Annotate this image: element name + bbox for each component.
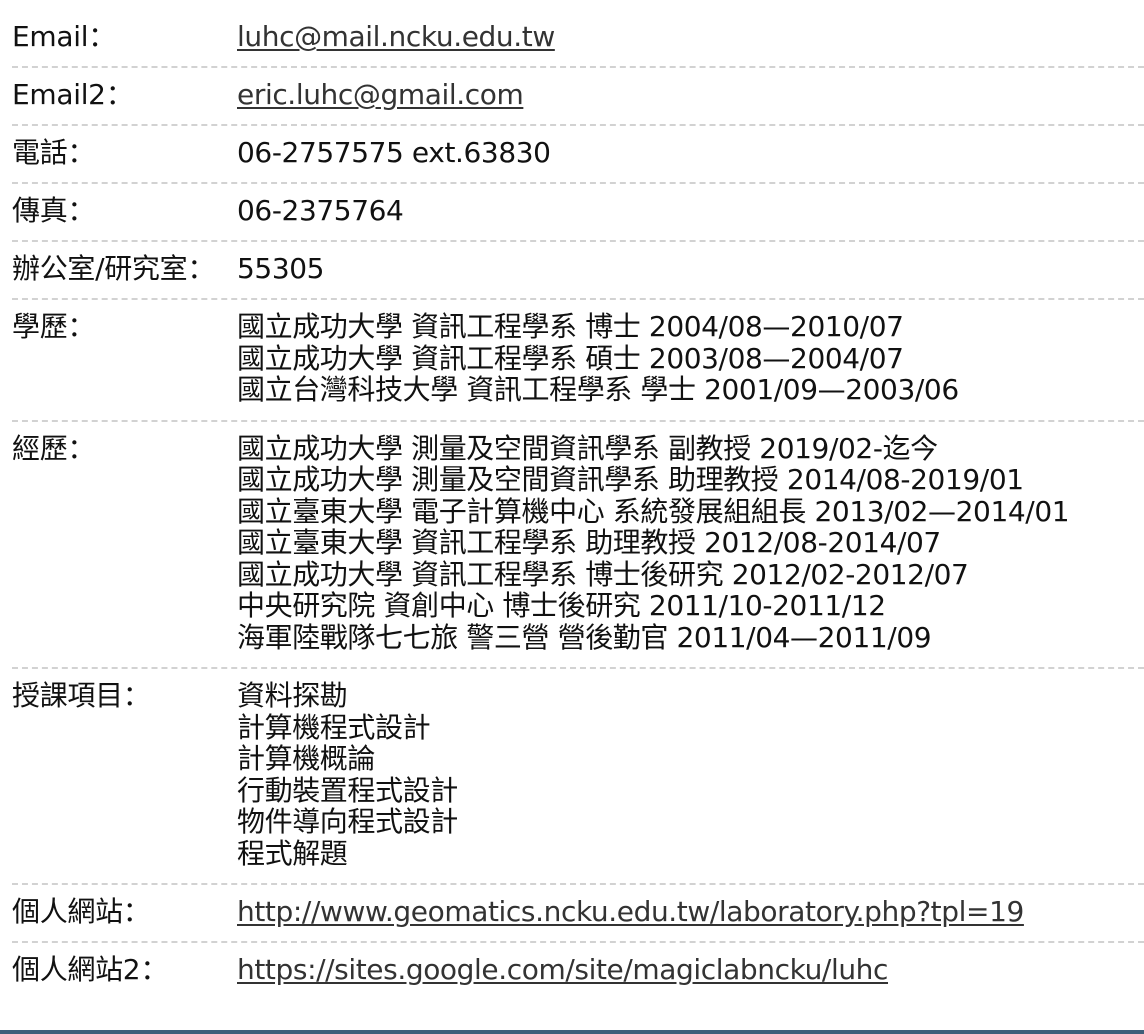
website-link[interactable]: http://www.geomatics.ncku.edu.tw/laborat… (237, 895, 1024, 928)
row-email: Email： luhc@mail.ncku.edu.tw (12, 10, 1144, 68)
education-list: 國立成功大學 資訊工程學系 博士 2004/08—2010/07 國立成功大學 … (237, 311, 1144, 406)
website2-link[interactable]: https://sites.google.com/site/magiclabnc… (237, 953, 888, 986)
email-value: luhc@mail.ncku.edu.tw (237, 21, 1144, 52)
course-item: 計算機概論 (237, 742, 376, 775)
experience-item: 中央研究院 資創中心 博士後研究 2011/10-2011/12 (237, 589, 886, 622)
office-value: 55305 (237, 252, 325, 285)
website2-value: https://sites.google.com/site/magiclabnc… (237, 954, 1144, 985)
fax-label: 傳真： (12, 194, 96, 227)
email2-value: eric.luhc@gmail.com (237, 79, 1144, 110)
row-office: 辦公室/研究室： 55305 (12, 242, 1144, 300)
experience-item: 國立臺東大學 電子計算機中心 系統發展組組長 2013/02—2014/01 (237, 494, 1070, 528)
course-item: 物件導向程式設計 (237, 805, 458, 838)
courses-list: 資料探勘 計算機程式設計 計算機概論 行動裝置程式設計 物件導向程式設計 程式解… (237, 680, 1144, 869)
fax-value: 06-2375764 (237, 194, 404, 227)
row-website: 個人網站： http://www.geomatics.ncku.edu.tw/l… (12, 885, 1144, 943)
row-education: 學歷： 國立成功大學 資訊工程學系 博士 2004/08—2010/07 國立成… (12, 300, 1144, 422)
education-item: 國立成功大學 資訊工程學系 博士 2004/08—2010/07 (237, 310, 904, 343)
experience-item: 國立臺東大學 資訊工程學系 助理教授 2012/08-2014/07 (237, 526, 941, 559)
email-label: Email： (12, 20, 116, 53)
email2-link[interactable]: eric.luhc@gmail.com (237, 78, 524, 111)
row-fax: 傳真： 06-2375764 (12, 184, 1144, 242)
education-label: 學歷： (12, 310, 96, 343)
education-item: 國立台灣科技大學 資訊工程學系 學士 2001/09—2003/06 (237, 373, 959, 406)
row-phone: 電話： 06-2757575 ext.63830 (12, 126, 1144, 184)
email2-label: Email2： (12, 78, 134, 111)
course-item: 程式解題 (237, 836, 348, 870)
bottom-border-strip (0, 1030, 1144, 1034)
website-value: http://www.geomatics.ncku.edu.tw/laborat… (237, 896, 1144, 927)
phone-value: 06-2757575 ext.63830 (237, 136, 551, 169)
email-link[interactable]: luhc@mail.ncku.edu.tw (237, 20, 555, 53)
course-item: 行動裝置程式設計 (237, 773, 458, 807)
row-website2: 個人網站2： https://sites.google.com/site/mag… (12, 943, 1144, 999)
profile-info-table: Email： luhc@mail.ncku.edu.tw Email2： eri… (12, 10, 1144, 999)
row-email2: Email2： eric.luhc@gmail.com (12, 68, 1144, 126)
course-item: 資料探勘 (237, 679, 348, 712)
row-experience: 經歷： 國立成功大學 測量及空間資訊學系 副教授 2019/02-迄今 國立成功… (12, 422, 1144, 669)
experience-item: 海軍陸戰隊七七旅 警三營 營後勤官 2011/04—2011/09 (237, 620, 932, 654)
row-courses: 授課項目： 資料探勘 計算機程式設計 計算機概論 行動裝置程式設計 物件導向程式… (12, 669, 1144, 885)
experience-item: 國立成功大學 測量及空間資訊學系 副教授 2019/02-迄今 (237, 431, 938, 465)
experience-list: 國立成功大學 測量及空間資訊學系 副教授 2019/02-迄今 國立成功大學 測… (237, 431, 1144, 654)
website2-label: 個人網站2： (12, 953, 169, 986)
courses-label: 授課項目： (12, 679, 151, 712)
office-label: 辦公室/研究室： (12, 252, 216, 285)
experience-item: 國立成功大學 測量及空間資訊學系 助理教授 2014/08-2019/01 (237, 463, 1024, 496)
website-label: 個人網站： (12, 895, 151, 928)
education-item: 國立成功大學 資訊工程學系 碩士 2003/08—2004/07 (237, 341, 904, 375)
experience-label: 經歷： (12, 431, 96, 465)
phone-label: 電話： (12, 136, 96, 169)
course-item: 計算機程式設計 (237, 710, 431, 744)
experience-item: 國立成功大學 資訊工程學系 博士後研究 2012/02-2012/07 (237, 557, 969, 591)
